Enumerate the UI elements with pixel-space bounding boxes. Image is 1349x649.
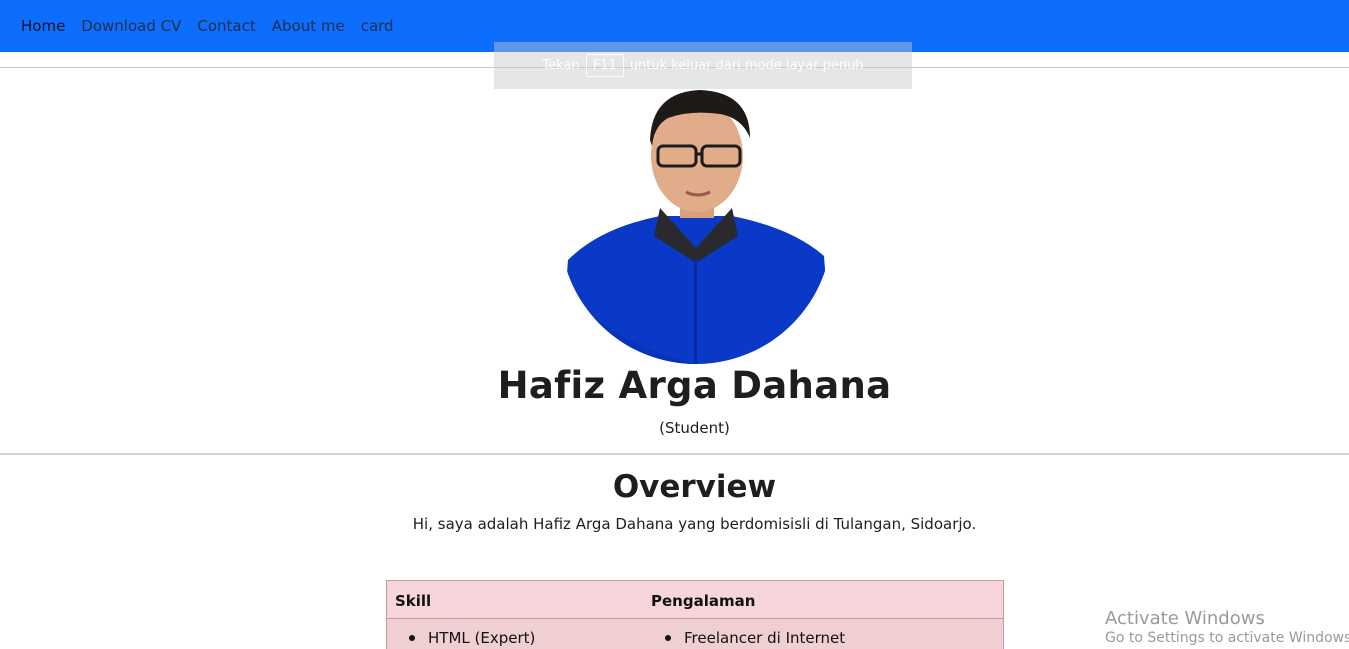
- bullet-icon: [665, 635, 671, 641]
- section-divider: [0, 453, 1349, 455]
- nav-download-cv-link[interactable]: Download CV: [81, 17, 181, 35]
- profile-photo: [560, 88, 832, 364]
- skill-list-item-label: HTML (Expert): [428, 629, 536, 647]
- nav-contact-link[interactable]: Contact: [197, 17, 255, 35]
- profile-photo-illustration: [560, 88, 832, 364]
- experience-list-item: Freelancer di Internet: [665, 629, 845, 647]
- nav-card-link[interactable]: card: [361, 17, 394, 35]
- activate-windows-watermark: Activate Windows Go to Settings to activ…: [1105, 608, 1349, 646]
- fullscreen-hint-key: F11: [585, 54, 624, 77]
- watermark-title: Activate Windows: [1105, 608, 1265, 629]
- overview-text: Hi, saya adalah Hafiz Arga Dahana yang b…: [412, 515, 977, 533]
- nav-about-me-link[interactable]: About me: [272, 17, 345, 35]
- skills-experience-table: Skill Pengalaman HTML (Expert) Freelance…: [386, 580, 1004, 649]
- table-header-skill: Skill: [395, 592, 432, 610]
- fullscreen-hint-toast: Tekan F11 untuk keluar dari mode layar p…: [494, 42, 912, 89]
- skill-list-item: HTML (Expert): [409, 629, 535, 647]
- table-header-experience: Pengalaman: [651, 592, 756, 610]
- experience-list-item-label: Freelancer di Internet: [684, 629, 846, 647]
- table-row: HTML (Expert) Freelancer di Internet: [387, 619, 1003, 649]
- bullet-icon: [409, 635, 415, 641]
- nav-home-link[interactable]: Home: [21, 17, 65, 35]
- profile-role: (Student): [659, 419, 730, 437]
- watermark-subtitle: Go to Settings to activate Windows.: [1105, 630, 1349, 646]
- table-header-row: Skill Pengalaman: [387, 581, 1003, 619]
- profile-name: Hafiz Arga Dahana: [497, 364, 892, 407]
- fullscreen-hint-after: untuk keluar dari mode layar penuh: [629, 58, 864, 73]
- overview-heading: Overview: [612, 469, 777, 505]
- fullscreen-hint-before: Tekan: [542, 58, 580, 73]
